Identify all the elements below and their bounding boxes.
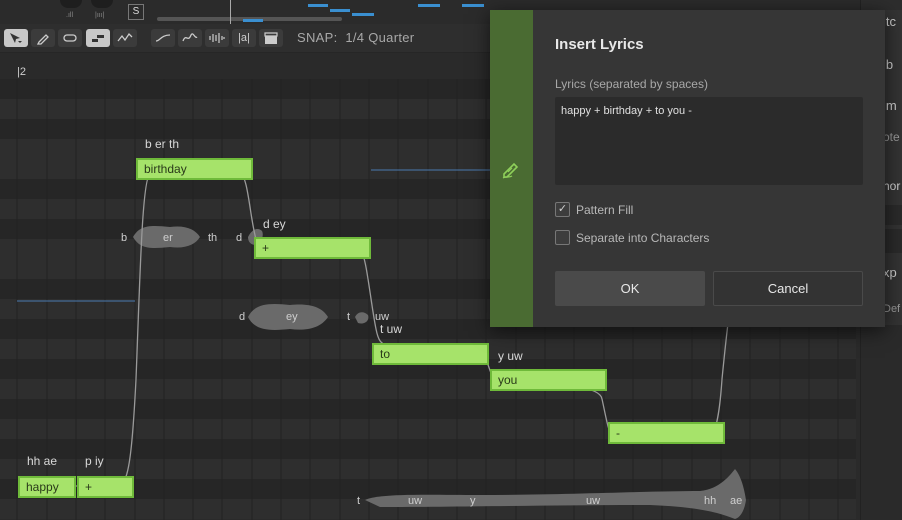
select-tool-icon[interactable] <box>4 29 28 47</box>
snap-setting[interactable]: SNAP: 1/4 Quarter <box>297 30 414 45</box>
panel-field[interactable] <box>883 229 902 253</box>
wave-phoneme: d <box>239 311 246 323</box>
knob-icon[interactable] <box>60 0 82 8</box>
note-block[interactable]: you <box>490 369 607 391</box>
wave-phoneme: hh <box>704 495 717 507</box>
meter-icon: .ıll <box>66 12 73 19</box>
note-phonemes: hh ae <box>27 454 58 468</box>
lyrics-textarea[interactable]: happy + birthday + to you - <box>555 97 863 185</box>
meter-icon: |ııı| <box>95 12 105 19</box>
mini-note <box>352 13 374 16</box>
note-block[interactable]: + <box>77 476 134 498</box>
solo-button[interactable]: S <box>128 4 144 20</box>
panel-field[interactable] <box>883 205 902 225</box>
snap-label: SNAP: <box>297 30 338 45</box>
clapper-icon[interactable] <box>259 29 283 47</box>
snap-value[interactable]: 1/4 Quarter <box>345 30 414 45</box>
note-phonemes: d ey <box>263 217 286 231</box>
mini-note <box>243 19 263 22</box>
panel-item: ote <box>883 130 900 144</box>
note-phonemes: y uw <box>498 349 523 363</box>
phoneme-icon[interactable]: |a| <box>232 29 256 47</box>
wave-phoneme: er <box>163 232 173 244</box>
waveform-icon[interactable] <box>205 29 229 47</box>
mini-note <box>330 9 350 12</box>
panel-item[interactable]: xp <box>883 265 897 280</box>
wave-phoneme: t <box>357 495 361 507</box>
wave-phoneme: th <box>208 232 218 244</box>
pattern-fill-checkbox[interactable]: ✓ <box>555 202 570 217</box>
panel-item[interactable]: im <box>883 98 897 113</box>
separate-characters-checkbox[interactable] <box>555 230 570 245</box>
note-phonemes: t uw <box>380 322 403 336</box>
ok-button[interactable]: OK <box>555 271 705 306</box>
lyrics-pen-icon <box>502 162 519 179</box>
pencil-tool-icon[interactable] <box>31 29 55 47</box>
insert-lyrics-dialog: Insert Lyrics Lyrics (separated by space… <box>490 10 885 327</box>
mini-note <box>308 4 328 7</box>
mini-note <box>418 4 440 7</box>
wave-phoneme: ey <box>286 311 298 323</box>
note-block[interactable]: - <box>608 422 725 444</box>
pitch-curve-icon[interactable] <box>151 29 175 47</box>
knob-icon[interactable] <box>91 0 113 8</box>
playhead[interactable] <box>230 0 231 24</box>
dialog-title: Insert Lyrics <box>555 36 644 53</box>
note-phonemes: b er th <box>145 137 180 151</box>
wave-phoneme: d <box>236 232 243 244</box>
separate-characters-label: Separate into Characters <box>576 231 710 245</box>
wave-phoneme: ae <box>730 495 743 507</box>
wave-phoneme: y <box>470 495 476 507</box>
bar-number: |2 <box>17 66 26 78</box>
pitch-mode-icon[interactable] <box>113 29 137 47</box>
panel-item: Def <box>883 303 901 315</box>
note-block[interactable]: birthday <box>136 158 253 180</box>
vibrato-icon[interactable] <box>178 29 202 47</box>
note-block[interactable]: + <box>254 237 371 259</box>
wave-phoneme: uw <box>586 495 601 507</box>
note-block[interactable]: to <box>372 343 489 365</box>
cancel-button[interactable]: Cancel <box>713 271 863 306</box>
mini-note <box>462 4 484 7</box>
eraser-tool-icon[interactable] <box>58 29 82 47</box>
wave-phoneme: uw <box>408 495 423 507</box>
note-mode-icon[interactable] <box>86 29 110 47</box>
panel-item[interactable]: hor <box>883 179 900 193</box>
lyrics-field-label: Lyrics (separated by spaces) <box>555 77 708 91</box>
wave-phoneme: t <box>347 311 351 323</box>
wave-phoneme: b <box>121 232 128 244</box>
note-phonemes: p iy <box>85 454 104 468</box>
dialog-accent-bar <box>490 10 533 327</box>
pattern-fill-label: Pattern Fill <box>576 203 634 217</box>
note-block[interactable]: happy <box>18 476 76 498</box>
